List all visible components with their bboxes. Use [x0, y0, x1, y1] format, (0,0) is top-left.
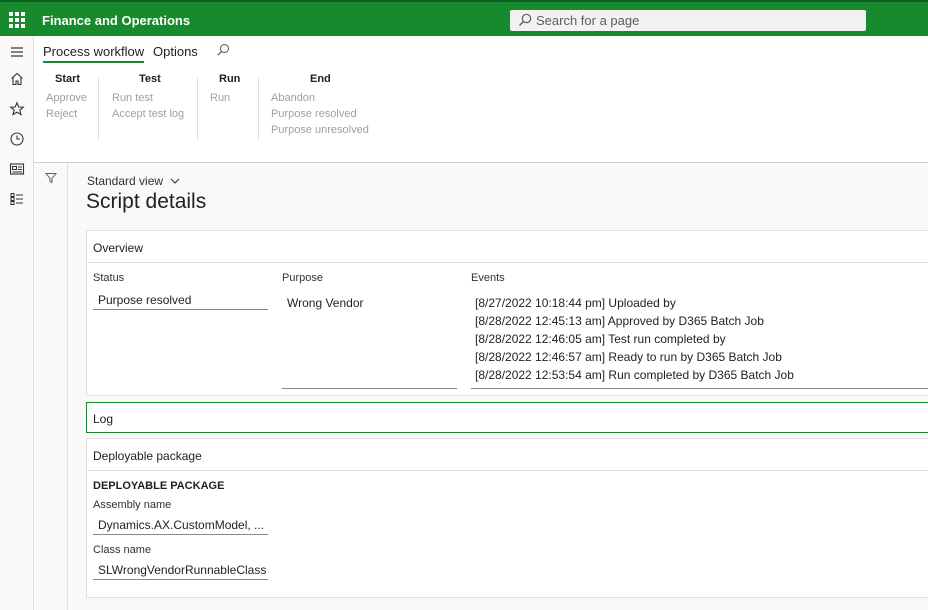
- event-line: [8/27/2022 10:18:44 pm] Uploaded by: [475, 296, 676, 310]
- group-divider: [98, 78, 99, 140]
- list-icon[interactable]: [9, 191, 25, 207]
- filter-pane: [34, 163, 68, 610]
- main-content: Standard view Script details Overview St…: [68, 163, 928, 610]
- event-line: [8/28/2022 12:45:13 am] Approved by D365…: [475, 314, 764, 328]
- class-name-field[interactable]: SLWrongVendorRunnableClass: [93, 560, 268, 580]
- run-button[interactable]: Run: [210, 92, 230, 104]
- top-bar: Finance and Operations: [0, 0, 928, 36]
- group-title-start: Start: [55, 73, 81, 85]
- app-launcher-icon[interactable]: [9, 12, 25, 28]
- tab-options[interactable]: Options: [153, 44, 198, 59]
- reject-button[interactable]: Reject: [46, 108, 77, 120]
- purpose-field[interactable]: Wrong Vendor: [282, 290, 457, 389]
- accept-test-log-button[interactable]: Accept test log: [112, 108, 184, 120]
- status-field[interactable]: Purpose resolved: [93, 290, 268, 310]
- search-input[interactable]: [536, 12, 856, 29]
- left-navigation: [0, 36, 34, 610]
- purpose-label: Purpose: [282, 272, 323, 284]
- search-icon: [519, 13, 532, 26]
- overview-header[interactable]: Overview: [87, 231, 928, 263]
- action-search-icon[interactable]: [216, 43, 230, 57]
- clock-icon[interactable]: [9, 131, 25, 147]
- log-header-label: Log: [93, 412, 114, 426]
- overview-header-label: Overview: [93, 241, 144, 255]
- hamburger-icon[interactable]: [9, 44, 25, 60]
- overview-card: Overview Status Purpose resolved Purpose…: [86, 230, 928, 396]
- purpose-resolved-button[interactable]: Purpose resolved: [271, 108, 357, 120]
- star-icon[interactable]: [9, 101, 25, 117]
- home-icon[interactable]: [9, 71, 25, 87]
- event-line: [8/28/2022 12:46:05 am] Test run complet…: [475, 332, 726, 346]
- deployable-package-card: Deployable package DEPLOYABLE PACKAGE As…: [86, 438, 928, 598]
- tab-process-workflow[interactable]: Process workflow: [43, 44, 145, 63]
- events-label: Events: [471, 272, 505, 284]
- assembly-name-label: Assembly name: [93, 499, 172, 511]
- filter-icon[interactable]: [45, 172, 57, 184]
- view-selector-label: Standard view: [87, 174, 164, 188]
- workspace-icon[interactable]: [9, 161, 25, 177]
- purpose-value: Wrong Vendor: [287, 296, 364, 310]
- class-name-label: Class name: [93, 544, 152, 556]
- deployable-package-header[interactable]: Deployable package: [87, 439, 928, 471]
- event-line: [8/28/2022 12:53:54 am] Run completed by…: [475, 368, 794, 382]
- group-divider: [258, 78, 259, 140]
- group-title-run: Run: [219, 73, 241, 85]
- approve-button[interactable]: Approve: [46, 92, 87, 104]
- run-test-button[interactable]: Run test: [112, 92, 153, 104]
- abandon-button[interactable]: Abandon: [271, 92, 315, 104]
- group-title-end: End: [310, 73, 331, 85]
- log-card[interactable]: Log: [86, 402, 928, 433]
- assembly-name-field[interactable]: Dynamics.AX.CustomModel, ...: [93, 515, 268, 535]
- status-label: Status: [93, 272, 125, 284]
- purpose-unresolved-button[interactable]: Purpose unresolved: [271, 124, 369, 136]
- chevron-down-icon: [171, 178, 180, 184]
- events-field[interactable]: [8/27/2022 10:18:44 pm] Uploaded by [8/2…: [471, 290, 928, 389]
- group-title-test: Test: [139, 73, 161, 85]
- action-pane: Process workflow Options Start Approve R…: [34, 36, 928, 163]
- event-line: [8/28/2022 12:46:57 am] Ready to run by …: [475, 350, 782, 364]
- view-selector[interactable]: Standard view: [87, 174, 180, 188]
- app-title[interactable]: Finance and Operations: [42, 13, 190, 28]
- deployable-package-section-title: DEPLOYABLE PACKAGE: [93, 480, 225, 492]
- group-divider: [197, 78, 198, 140]
- page-title: Script details: [86, 190, 207, 213]
- deployable-package-header-label: Deployable package: [93, 449, 202, 463]
- search-box[interactable]: [510, 10, 866, 31]
